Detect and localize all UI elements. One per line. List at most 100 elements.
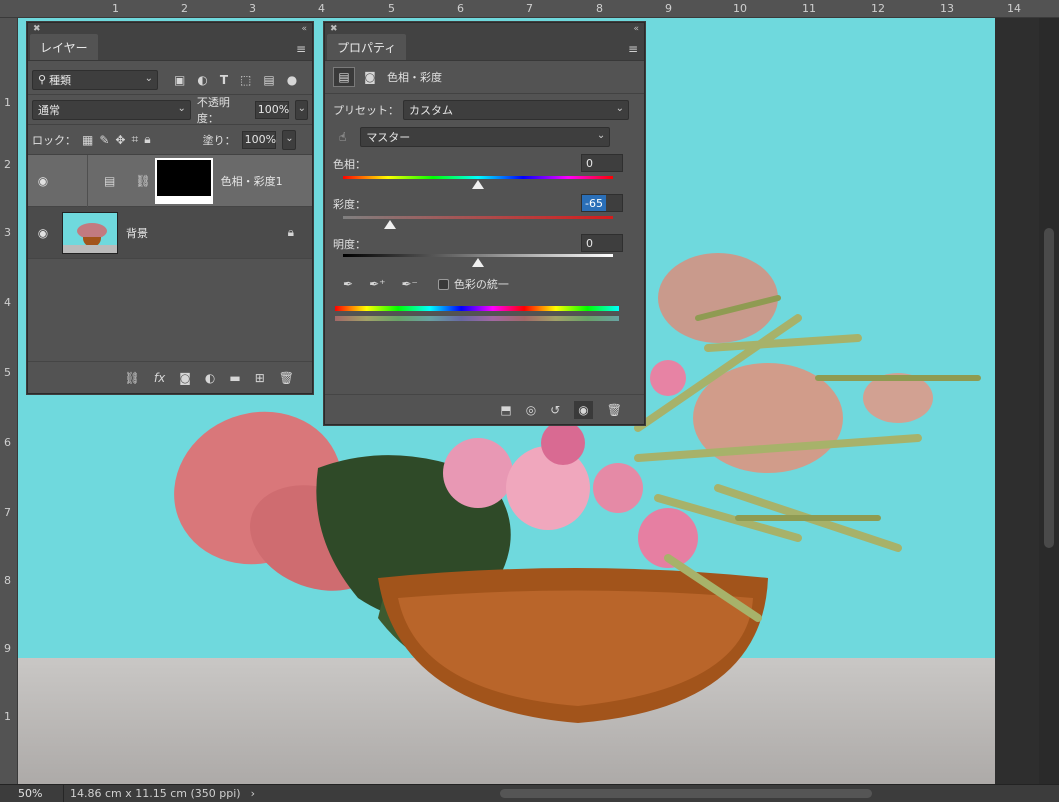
lightness-label: 明度： xyxy=(333,238,366,251)
vertical-scrollbar-thumb[interactable] xyxy=(1044,228,1054,548)
saturation-slider-track[interactable] xyxy=(343,216,613,219)
shape-layer-filter-icon[interactable]: ⬚ xyxy=(240,73,251,87)
ruler-label: 3 xyxy=(249,2,256,15)
ruler-label: 14 xyxy=(1007,2,1021,15)
layer-row-hue-saturation[interactable]: ◉ ▤ ⛓ 色相・彩度1 xyxy=(28,154,312,207)
tab-layers[interactable]: レイヤー xyxy=(30,34,98,60)
ruler-label: 1 xyxy=(4,96,11,109)
chain-link-icon[interactable]: ⛓ xyxy=(135,174,150,188)
adjustment-title: 色相・彩度 xyxy=(387,71,442,84)
layer-row-background[interactable]: ◉ 背景 🔒︎ xyxy=(28,207,312,259)
layer-name[interactable]: 色相・彩度1 xyxy=(221,173,283,189)
visibility-eye-icon[interactable]: ◉ xyxy=(28,226,58,240)
layer-mask-thumbnail[interactable] xyxy=(154,157,213,204)
close-panel-icon[interactable]: ✖ xyxy=(33,24,41,34)
hue-value-field[interactable]: 0 xyxy=(581,154,623,172)
pixel-layer-filter-icon[interactable]: ▣ xyxy=(174,73,185,87)
chevron-down-icon: ⌄ xyxy=(285,132,294,144)
chevron-down-icon: ⌄ xyxy=(297,102,306,114)
ruler-label: 1 xyxy=(4,710,11,723)
filter-toggle-icon[interactable]: ● xyxy=(287,73,297,87)
mask-view-icon[interactable]: ◙ xyxy=(359,67,381,87)
document-info[interactable]: 14.86 cm x 11.15 cm (350 ppi) xyxy=(64,787,241,800)
panel-menu-icon[interactable]: ≡ xyxy=(628,42,638,56)
vertical-scrollbar[interactable] xyxy=(1039,18,1059,784)
link-layers-icon[interactable]: ⛓ xyxy=(125,371,140,385)
fill-field[interactable]: 100% xyxy=(241,130,276,149)
close-panel-icon[interactable]: ✖ xyxy=(330,24,338,34)
hue-label: 色相： xyxy=(333,158,366,171)
chevron-down-icon: ⌄ xyxy=(144,72,153,84)
lock-transparent-pixels-icon[interactable]: ▦ xyxy=(82,133,93,147)
collapse-panel-icon[interactable]: « xyxy=(633,24,639,34)
new-group-folder-icon[interactable]: ▬ xyxy=(229,371,240,385)
ruler-label: 5 xyxy=(4,366,11,379)
zoom-level[interactable]: 50% xyxy=(0,785,64,802)
eyedropper-icon[interactable]: ✒ xyxy=(343,277,353,291)
adjustment-layer-filter-icon[interactable]: ◐ xyxy=(197,73,207,87)
blend-mode-dropdown[interactable]: 通常 ⌄ xyxy=(32,99,191,120)
saturation-slider-knob[interactable] xyxy=(384,220,397,229)
input-color-bar xyxy=(335,306,619,311)
tab-properties[interactable]: プロパティ xyxy=(327,34,407,60)
chevron-right-icon[interactable]: › xyxy=(251,787,255,800)
colorize-option[interactable]: 色彩の統一 xyxy=(437,276,509,292)
view-previous-state-icon[interactable]: ◎ xyxy=(526,403,536,417)
saturation-value-field[interactable]: -65 xyxy=(581,194,623,212)
layer-name[interactable]: 背景 xyxy=(126,225,148,241)
adjustment-type-icon[interactable]: ▤ xyxy=(333,67,355,87)
add-mask-icon[interactable]: ◙ xyxy=(179,371,191,385)
ruler-label: 7 xyxy=(4,506,11,519)
reset-adjustments-icon[interactable]: ↺ xyxy=(550,403,560,417)
ruler-label: 2 xyxy=(181,2,188,15)
hue-slider-track[interactable] xyxy=(343,176,613,179)
lock-image-pixels-icon[interactable]: ✎ xyxy=(99,133,109,147)
ruler-label: 12 xyxy=(871,2,885,15)
saturation-value: -65 xyxy=(582,195,606,211)
panel-menu-icon[interactable]: ≡ xyxy=(296,42,306,56)
fill-dropdown[interactable]: ⌄ xyxy=(281,129,296,150)
ruler-label: 9 xyxy=(665,2,672,15)
collapse-panel-icon[interactable]: « xyxy=(301,24,307,34)
properties-panel: ✖ « プロパティ ≡ ▤ ◙ 色相・彩度 プリセット： カスタム ⌄ ☝ マス… xyxy=(324,22,645,425)
horizontal-scrollbar-thumb[interactable] xyxy=(500,789,872,798)
layers-footer: ⛓ fx ◙ ◐ ▬ ⊞ 🗑︎ xyxy=(28,361,312,393)
delete-layer-trash-icon[interactable]: 🗑︎ xyxy=(279,371,294,385)
ruler-top: 1 2 3 4 5 6 7 8 9 10 11 12 13 14 xyxy=(0,0,1059,18)
smart-object-filter-icon[interactable]: ▤ xyxy=(263,73,274,87)
new-adjustment-layer-icon[interactable]: ◐ xyxy=(205,371,215,385)
preset-value: カスタム xyxy=(409,104,453,117)
lightness-slider-knob[interactable] xyxy=(472,258,484,267)
eyedropper-plus-icon[interactable]: ✒⁺ xyxy=(369,277,385,291)
colorize-label: 色彩の統一 xyxy=(453,278,509,291)
toggle-visibility-eye-icon[interactable]: ◉ xyxy=(574,400,593,419)
chevron-down-icon: ⌄ xyxy=(177,102,186,114)
lock-all-icon[interactable]: 🔒︎ xyxy=(144,132,150,147)
ruler-label: 4 xyxy=(318,2,325,15)
visibility-eye-icon[interactable]: ◉ xyxy=(28,174,58,188)
opacity-field[interactable]: 100% xyxy=(254,100,289,119)
lightness-value-field[interactable]: 0 xyxy=(581,234,623,252)
opacity-dropdown[interactable]: ⌄ xyxy=(294,99,308,120)
layer-style-fx-icon[interactable]: fx xyxy=(154,371,165,385)
preset-dropdown[interactable]: カスタム ⌄ xyxy=(403,100,629,120)
type-layer-filter-icon[interactable]: T xyxy=(220,73,228,87)
ruler-label: 10 xyxy=(733,2,747,15)
background-layer-thumbnail[interactable] xyxy=(62,211,118,254)
layer-filter-dropdown[interactable]: ⚲ 種類 ⌄ xyxy=(32,69,158,90)
blend-mode-value: 通常 xyxy=(38,103,60,117)
clip-to-layer-icon[interactable]: ⬒ xyxy=(500,403,511,417)
ruler-label: 8 xyxy=(4,574,11,587)
new-layer-icon[interactable]: ⊞ xyxy=(255,371,265,385)
channel-dropdown[interactable]: マスター ⌄ xyxy=(360,127,611,147)
eyedropper-minus-icon[interactable]: ✒⁻ xyxy=(401,277,417,291)
lock-position-icon[interactable]: ✥ xyxy=(115,133,125,147)
targeted-adjustment-hand-icon[interactable]: ☝ xyxy=(339,130,346,144)
adjustment-header: ▤ ◙ 色相・彩度 xyxy=(325,61,644,93)
lock-artboard-icon[interactable]: ⌗ xyxy=(131,132,138,147)
hue-slider-knob[interactable] xyxy=(472,180,484,189)
delete-adjustment-trash-icon[interactable]: 🗑︎ xyxy=(607,403,622,417)
lightness-slider-track[interactable] xyxy=(343,254,613,257)
colorize-checkbox[interactable] xyxy=(437,278,449,290)
ruler-label: 9 xyxy=(4,642,11,655)
